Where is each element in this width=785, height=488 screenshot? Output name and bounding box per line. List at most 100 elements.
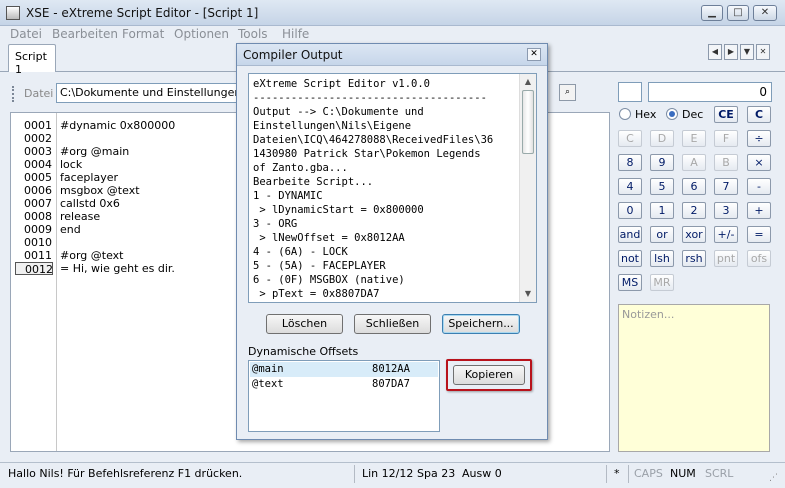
dialog-titlebar[interactable]: Compiler Output ✕: [237, 44, 547, 66]
dynamic-offsets-list[interactable]: @main 8012AA @text 807DA7: [248, 360, 440, 432]
calc-1-button[interactable]: 1: [650, 202, 674, 219]
tab-script-1[interactable]: Script 1: [8, 44, 56, 76]
close-button[interactable]: ✕: [753, 5, 777, 21]
hex-radio[interactable]: [619, 108, 631, 120]
calc-0-button[interactable]: 0: [618, 202, 642, 219]
close-dialog-button[interactable]: Schließen: [354, 314, 431, 334]
scroll-thumb[interactable]: [522, 90, 534, 154]
copy-button[interactable]: Kopieren: [453, 365, 525, 385]
calc-xor-button[interactable]: xor: [682, 226, 706, 243]
line-number: 0010: [24, 236, 52, 249]
output-line: -------------------------------------: [253, 92, 487, 104]
calc-hex-a-button[interactable]: A: [682, 154, 706, 171]
calc-hex-b-button[interactable]: B: [714, 154, 738, 171]
calc-rsh-button[interactable]: rsh: [682, 250, 706, 267]
clear-button[interactable]: Löschen: [266, 314, 343, 334]
calc-hex-c-button[interactable]: C: [618, 130, 642, 147]
status-column: Spa 23: [417, 467, 456, 480]
chevron-down-icon: ▼: [743, 47, 751, 56]
minimize-button[interactable]: ▁: [701, 5, 723, 21]
line-number-active: 0012: [15, 262, 53, 276]
calc-mr-button[interactable]: MR: [650, 274, 674, 291]
code-line[interactable]: faceplayer: [60, 171, 118, 184]
calc-multiply-button[interactable]: ×: [747, 154, 771, 171]
code-line[interactable]: = Hi, wie geht es dir.: [60, 262, 175, 275]
scroll-down-icon[interactable]: ▼: [522, 287, 534, 301]
line-number: 0009: [24, 223, 52, 236]
dialog-close-button[interactable]: ✕: [527, 48, 541, 61]
save-button[interactable]: Speichern...: [442, 314, 520, 334]
calc-minus-button[interactable]: -: [747, 178, 771, 195]
menu-hilfe[interactable]: Hilfe: [282, 26, 309, 42]
output-line: 5 - (5A) - FACEPLAYER: [253, 260, 386, 272]
calc-ce-button[interactable]: CE: [714, 106, 738, 123]
calc-equals-button[interactable]: =: [747, 226, 771, 243]
calc-hex-e-button[interactable]: E: [682, 130, 706, 147]
calc-negate-button[interactable]: +/-: [714, 226, 738, 243]
code-line[interactable]: callstd 0x6: [60, 197, 120, 210]
calc-6-button[interactable]: 6: [682, 178, 706, 195]
calc-c-button[interactable]: C: [747, 106, 771, 123]
dec-label: Dec: [682, 108, 704, 121]
calc-ms-button[interactable]: MS: [618, 274, 642, 291]
line-number: 0002: [24, 132, 52, 145]
menu-bearbeiten[interactable]: Bearbeiten: [52, 26, 118, 42]
calc-plus-button[interactable]: +: [747, 202, 771, 219]
offset-row[interactable]: @text 807DA7: [250, 377, 438, 392]
dynamic-offsets-label: Dynamische Offsets: [248, 345, 359, 358]
offset-row[interactable]: @main 8012AA: [250, 362, 438, 377]
tab-close-button[interactable]: ✕: [756, 44, 770, 60]
calc-hex-f-button[interactable]: F: [714, 130, 738, 147]
calc-4-button[interactable]: 4: [618, 178, 642, 195]
offset-value: 8012AA: [372, 363, 410, 375]
code-line[interactable]: #org @text: [60, 249, 123, 262]
file-browse-button[interactable]: ⌕: [559, 84, 576, 101]
output-scrollbar[interactable]: ▲ ▼: [519, 74, 536, 302]
toolbar-grip[interactable]: [12, 86, 16, 102]
calc-ofs-button[interactable]: ofs: [747, 250, 771, 267]
menu-format[interactable]: Format: [122, 26, 164, 42]
calc-lsh-button[interactable]: lsh: [650, 250, 674, 267]
calc-display[interactable]: 0: [648, 82, 772, 102]
status-modified: *: [614, 467, 620, 480]
menu-datei[interactable]: Datei: [10, 26, 42, 42]
calculator-panel: 0 Hex Dec CE C C D E F ÷ 8 9 A B × 4 5 6…: [610, 76, 785, 458]
status-divider: [628, 465, 629, 483]
code-line[interactable]: release: [60, 210, 100, 223]
line-number: 0008: [24, 210, 52, 223]
calc-not-button[interactable]: not: [618, 250, 642, 267]
file-path-field[interactable]: C:\Dokumente und Einstellungen\Nils\: [56, 83, 246, 103]
resize-grip-icon[interactable]: ⋰: [769, 473, 778, 483]
code-line[interactable]: #org @main: [60, 145, 129, 158]
calc-and-button[interactable]: and: [618, 226, 642, 243]
calc-hex-d-button[interactable]: D: [650, 130, 674, 147]
calc-or-button[interactable]: or: [650, 226, 674, 243]
compiler-output-text[interactable]: eXtreme Script Editor v1.0.0 -----------…: [248, 73, 537, 303]
menu-optionen[interactable]: Optionen: [174, 26, 229, 42]
calc-divide-button[interactable]: ÷: [747, 130, 771, 147]
calc-5-button[interactable]: 5: [650, 178, 674, 195]
output-line: 4 - (6A) - LOCK: [253, 246, 348, 258]
calc-2-button[interactable]: 2: [682, 202, 706, 219]
code-line[interactable]: msgbox @text: [60, 184, 140, 197]
menu-tools[interactable]: Tools: [238, 26, 268, 42]
scroll-up-icon[interactable]: ▲: [522, 75, 534, 89]
output-line: Bearbeite Script...: [253, 176, 374, 188]
calc-8-button[interactable]: 8: [618, 154, 642, 171]
code-line[interactable]: lock: [60, 158, 82, 171]
tab-next-button[interactable]: ▶: [724, 44, 738, 60]
code-line[interactable]: end: [60, 223, 81, 236]
status-caps: CAPS: [634, 467, 663, 480]
code-line[interactable]: #dynamic 0x800000: [60, 119, 175, 132]
calc-pnt-button[interactable]: pnt: [714, 250, 738, 267]
dec-radio[interactable]: [666, 108, 678, 120]
tab-list-button[interactable]: ▼: [740, 44, 754, 60]
calc-9-button[interactable]: 9: [650, 154, 674, 171]
maximize-button[interactable]: □: [727, 5, 749, 21]
tab-prev-button[interactable]: ◀: [708, 44, 722, 60]
output-line: > lDynamicStart = 0x800000: [253, 204, 424, 216]
notes-area[interactable]: Notizen...: [618, 304, 770, 452]
close-icon: ✕: [760, 7, 770, 18]
calc-3-button[interactable]: 3: [714, 202, 738, 219]
calc-7-button[interactable]: 7: [714, 178, 738, 195]
